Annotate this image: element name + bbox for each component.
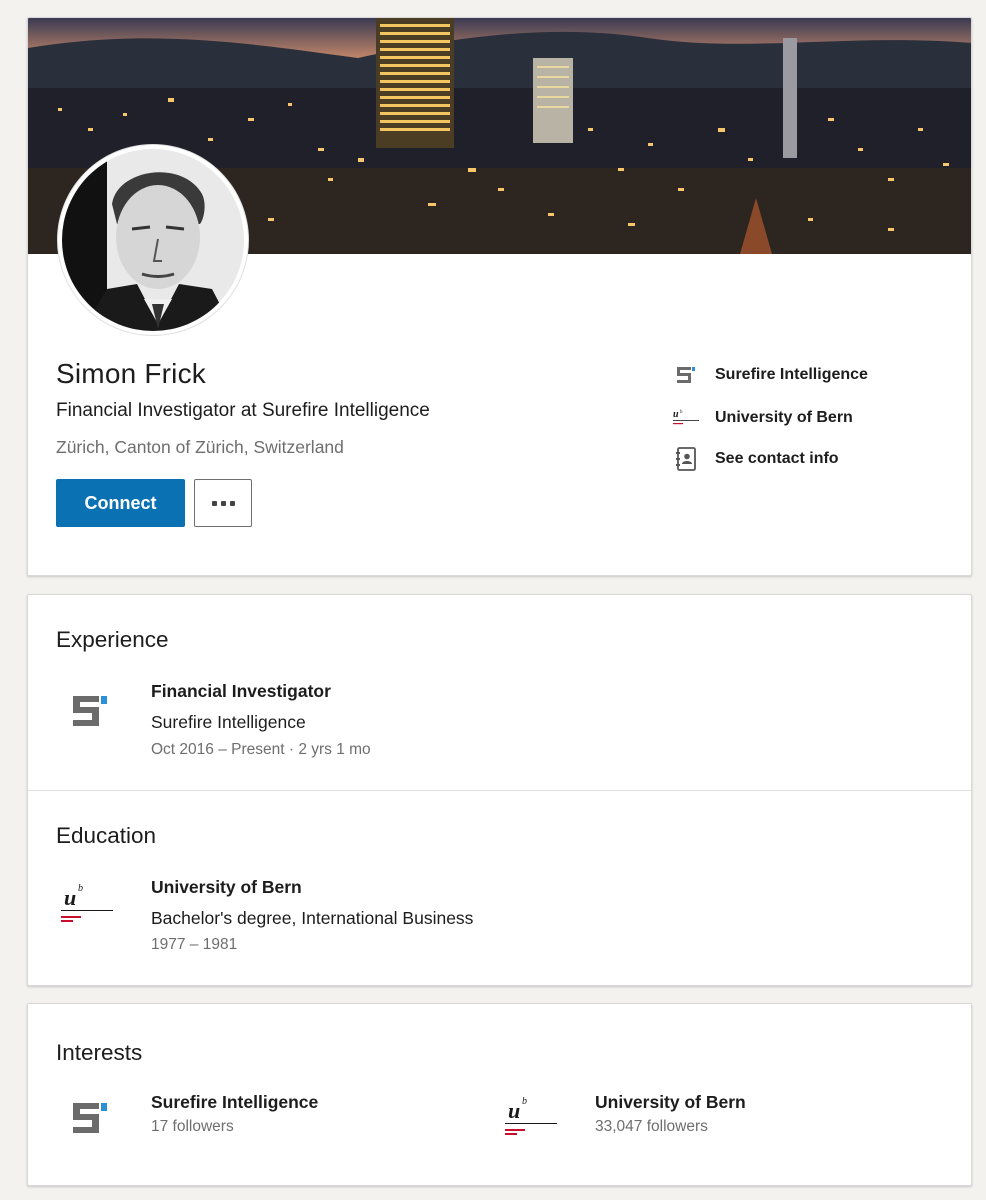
side-link-education[interactable]: ub University of Bern	[673, 403, 913, 433]
side-link-current-company[interactable]: Surefire Intelligence	[673, 360, 913, 390]
unibe-interest-logo[interactable]: ub	[502, 1088, 562, 1148]
experience-role[interactable]: Financial Investigator	[151, 681, 331, 702]
side-link-label: See contact info	[715, 450, 839, 467]
svg-text:b: b	[680, 410, 683, 415]
education-dates: 1977 – 1981	[151, 936, 238, 953]
more-dots-icon	[211, 500, 235, 506]
profile-name: Simon Frick	[56, 358, 206, 389]
interest-followers: 17 followers	[151, 1118, 234, 1135]
unibe-logo-icon: ub	[673, 405, 699, 431]
experience-company: Surefire Intelligence	[151, 712, 306, 732]
profile-headline: Financial Investigator at Surefire Intel…	[56, 400, 430, 421]
side-link-label: University of Bern	[715, 409, 853, 426]
education-section-title: Education	[56, 823, 157, 848]
surefire-company-logo[interactable]	[60, 681, 120, 741]
experience-dates: Oct 2016 – Present · 2 yrs 1 mo	[151, 741, 371, 758]
education-school[interactable]: University of Bern	[151, 877, 302, 898]
unibe-school-logo[interactable]: ub	[58, 875, 118, 935]
svg-text:u: u	[673, 409, 679, 420]
profile-top-card: Simon Frick Financial Investigator at Su…	[27, 17, 972, 576]
profile-avatar[interactable]	[58, 145, 248, 335]
interests-card: Interests Surefire Intelligence 17 follo…	[27, 1003, 972, 1186]
section-divider	[28, 790, 971, 791]
more-actions-button[interactable]	[194, 479, 252, 527]
experience-education-card: Experience Financial Investigator Surefi…	[27, 594, 972, 986]
interest-name[interactable]: Surefire Intelligence	[151, 1092, 318, 1113]
interest-name[interactable]: University of Bern	[595, 1092, 746, 1113]
interest-followers: 33,047 followers	[595, 1118, 708, 1135]
surefire-logo-icon	[673, 362, 699, 388]
contact-book-icon	[673, 446, 699, 472]
profile-location: Zürich, Canton of Zürich, Switzerland	[56, 437, 344, 457]
experience-section-title: Experience	[56, 627, 169, 652]
interests-section-title: Interests	[56, 1040, 143, 1065]
side-link-label: Surefire Intelligence	[715, 366, 868, 383]
education-degree: Bachelor's degree, International Busines…	[151, 908, 474, 928]
surefire-interest-logo[interactable]	[60, 1088, 120, 1148]
side-link-contact-info[interactable]: See contact info	[673, 444, 913, 474]
connect-button[interactable]: Connect	[56, 479, 185, 527]
